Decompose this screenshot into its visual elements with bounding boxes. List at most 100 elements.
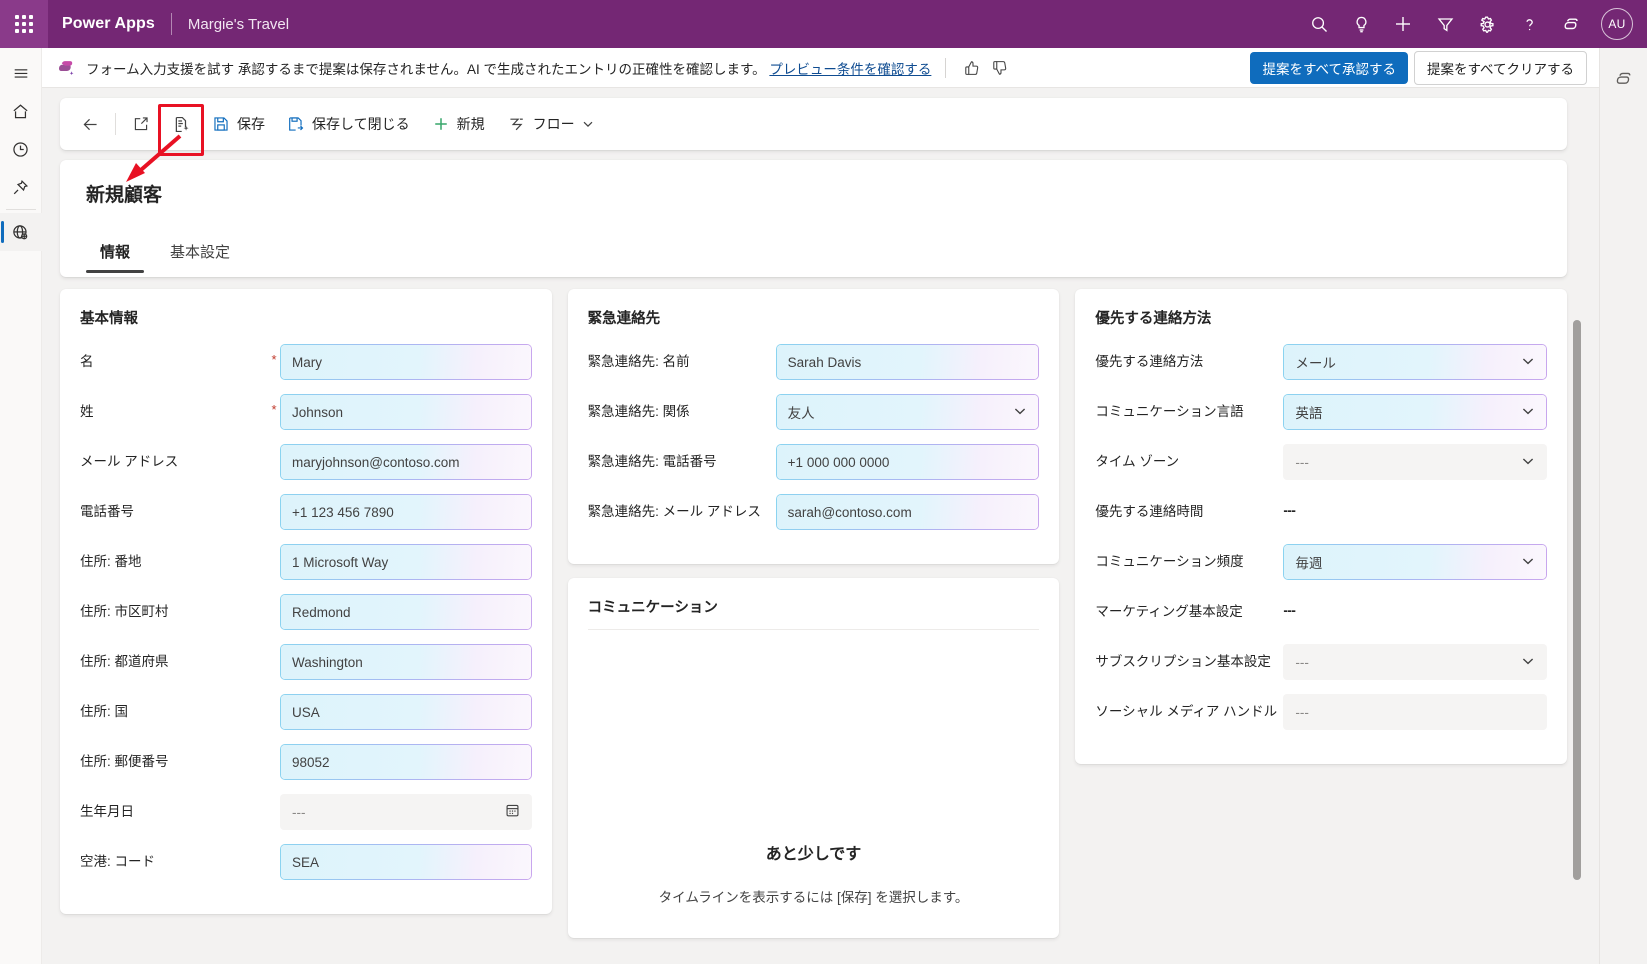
sidebar-item-customers[interactable]	[0, 213, 42, 251]
tab-information[interactable]: 情報	[86, 235, 144, 273]
filter-icon[interactable]	[1425, 4, 1465, 44]
back-button[interactable]	[73, 107, 107, 141]
copilot-icon[interactable]	[1551, 4, 1591, 44]
field-value: 毎週	[1295, 552, 1322, 572]
field-value: Washington	[292, 655, 363, 670]
field-birthdate: 生年月日 ---	[80, 794, 532, 836]
emergency-phone-input[interactable]: +1 000 000 0000	[776, 444, 1040, 480]
tab-preferences[interactable]: 基本設定	[156, 235, 244, 273]
section-preferred-contact: 優先する連絡方法 優先する連絡方法 メール コミュニケーション言語 英語	[1075, 289, 1567, 764]
calendar-icon[interactable]	[505, 803, 520, 821]
avatar[interactable]: AU	[1601, 8, 1633, 40]
sidebar-item-recent[interactable]	[0, 130, 42, 168]
form-tabs: 情報 基本設定	[86, 235, 1541, 273]
required-spacer	[268, 544, 280, 552]
airport-code-input[interactable]: SEA	[280, 844, 532, 880]
state-input[interactable]: Washington	[280, 644, 532, 680]
plus-icon[interactable]	[1383, 4, 1423, 44]
chevron-down-icon[interactable]	[1521, 654, 1535, 671]
sidebar-item-pinned[interactable]	[0, 168, 42, 206]
thumbs-down-icon[interactable]	[988, 56, 1012, 80]
save-button[interactable]: 保存	[203, 108, 274, 140]
postal-code-input[interactable]: 98052	[280, 744, 532, 780]
chevron-down-icon[interactable]	[1521, 404, 1535, 421]
field-communication-frequency: コミュニケーション頻度 毎週	[1095, 544, 1547, 586]
chevron-down-icon[interactable]	[1521, 354, 1535, 371]
save-close-icon	[287, 115, 305, 133]
flow-label: フロー	[533, 114, 575, 134]
communication-language-select[interactable]: 英語	[1283, 394, 1547, 430]
section-basic-info: 基本情報 名 * Mary 姓 * Johnson メール アドレス maryj…	[60, 289, 552, 914]
form-fill-assist-button[interactable]	[164, 107, 198, 141]
communication-frequency-select[interactable]: 毎週	[1283, 544, 1547, 580]
emergency-email-input[interactable]: sarah@contoso.com	[776, 494, 1040, 530]
required-spacer	[268, 794, 280, 802]
field-label: 優先する連絡方法	[1095, 344, 1283, 371]
lightbulb-icon[interactable]	[1341, 4, 1381, 44]
popout-button[interactable]	[124, 107, 158, 141]
field-label: メール アドレス	[80, 444, 268, 471]
gear-icon[interactable]	[1467, 4, 1507, 44]
search-icon[interactable]	[1299, 4, 1339, 44]
field-value: SEA	[292, 855, 319, 870]
field-country: 住所: 国 USA	[80, 694, 532, 736]
country-input[interactable]: USA	[280, 694, 532, 730]
app-header: Power Apps Margie's Travel AU	[0, 0, 1647, 48]
banner-text: フォーム入力支援を試す 承認するまで提案は保存されません。AI で生成されたエン…	[86, 58, 931, 78]
arrow-left-icon	[81, 115, 100, 134]
waffle-menu-button[interactable]	[0, 0, 48, 48]
brand-title[interactable]: Power Apps	[62, 15, 155, 33]
time-zone-select[interactable]: ---	[1283, 444, 1547, 480]
last-name-input[interactable]: Johnson	[280, 394, 532, 430]
chevron-down-icon[interactable]	[1521, 454, 1535, 471]
required-spacer	[268, 594, 280, 602]
new-label: 新規	[457, 114, 485, 134]
subscription-preference-select[interactable]: ---	[1283, 644, 1547, 680]
field-last-name: 姓 * Johnson	[80, 394, 532, 436]
field-label: 電話番号	[80, 494, 268, 521]
street-input[interactable]: 1 Microsoft Way	[280, 544, 532, 580]
field-label: 優先する連絡時間	[1095, 494, 1283, 521]
phone-input[interactable]: +1 123 456 7890	[280, 494, 532, 530]
form-fill-sparkle-icon	[172, 115, 191, 134]
vertical-scrollbar[interactable]	[1573, 320, 1581, 880]
required-marker: *	[268, 394, 280, 417]
chevron-down-icon	[582, 118, 594, 130]
field-preferred-time: 優先する連絡時間 ---	[1095, 494, 1547, 536]
chevron-down-icon[interactable]	[1521, 554, 1535, 571]
first-name-input[interactable]: Mary	[280, 344, 532, 380]
thumbs-up-icon[interactable]	[960, 56, 984, 80]
social-media-handle-input[interactable]: ---	[1283, 694, 1547, 730]
section-emergency-contact: 緊急連絡先 緊急連絡先: 名前 Sarah Davis 緊急連絡先: 関係 友人	[568, 289, 1060, 564]
banner-message: フォーム入力支援を試す 承認するまで提案は保存されません。AI で生成されたエン…	[86, 62, 766, 77]
emergency-name-input[interactable]: Sarah Davis	[776, 344, 1040, 380]
chevron-down-icon[interactable]	[1013, 404, 1027, 421]
emergency-relationship-select[interactable]: 友人	[776, 394, 1040, 430]
field-email: メール アドレス maryjohnson@contoso.com	[80, 444, 532, 486]
sidebar	[0, 48, 42, 964]
help-icon[interactable]	[1509, 4, 1549, 44]
save-and-close-button[interactable]: 保存して閉じる	[278, 108, 419, 140]
new-button[interactable]: 新規	[423, 108, 494, 140]
email-input[interactable]: maryjohnson@contoso.com	[280, 444, 532, 480]
field-label: 緊急連絡先: 関係	[588, 394, 776, 421]
required-spacer	[268, 644, 280, 652]
flow-button[interactable]: フロー	[498, 108, 603, 140]
preview-terms-link[interactable]: プレビュー条件を確認する	[769, 62, 931, 77]
city-input[interactable]: Redmond	[280, 594, 532, 630]
section-communication: コミュニケーション あと少しです タイムラインを表示するには [保存] を選択し…	[568, 578, 1060, 938]
main-content: 保存 保存して閉じる 新規 フロー 新規顧客 情報 基本設定 基本情報	[42, 88, 1599, 964]
clear-all-button[interactable]: 提案をすべてクリアする	[1414, 51, 1587, 85]
field-label: 緊急連絡先: メール アドレス	[588, 494, 776, 521]
approve-all-button[interactable]: 提案をすべて承認する	[1250, 52, 1408, 84]
field-postal-code: 住所: 郵便番号 98052	[80, 744, 532, 786]
column-basic: 基本情報 名 * Mary 姓 * Johnson メール アドレス maryj…	[60, 289, 552, 938]
field-label: 空港: コード	[80, 844, 268, 871]
sidebar-item-home[interactable]	[0, 92, 42, 130]
sidebar-item-menu[interactable]	[0, 54, 42, 92]
environment-name[interactable]: Margie's Travel	[188, 16, 289, 33]
preferred-method-select[interactable]: メール	[1283, 344, 1547, 380]
copilot-icon[interactable]	[1604, 58, 1644, 98]
birthdate-input[interactable]: ---	[280, 794, 532, 830]
empty-state-title: あと少しです	[766, 840, 862, 864]
